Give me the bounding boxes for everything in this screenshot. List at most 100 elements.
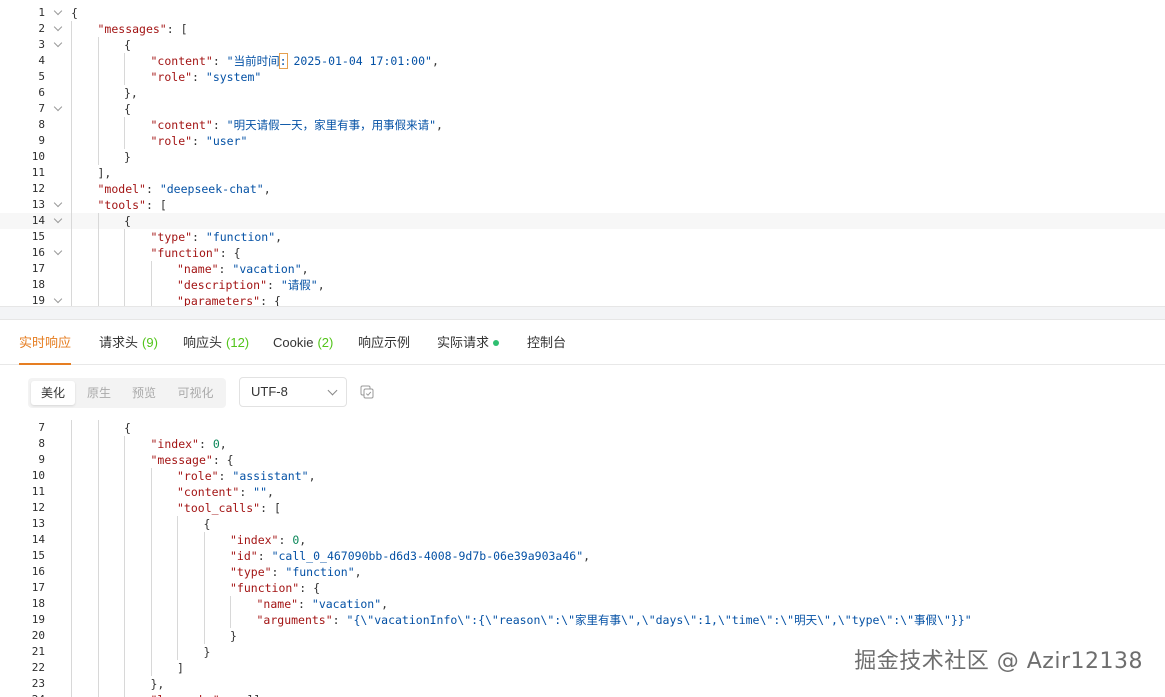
code-text: ] — [177, 661, 184, 675]
code-text: "arguments": "{\"vacationInfo\":{\"reaso… — [256, 613, 972, 627]
line-number: 7 — [38, 102, 45, 115]
tab-2[interactable]: 请求头 (9) — [99, 320, 158, 364]
tab-label: 控制台 — [527, 335, 567, 350]
indent-guide — [71, 149, 72, 165]
tab-count-badge: (2) — [317, 335, 334, 350]
code-text: "role": "assistant", — [177, 469, 316, 483]
indent-guide — [97, 245, 99, 261]
code-text: "content": "明天请假一天，家里有事，用事假来请", — [150, 118, 443, 132]
line-number: 19 — [31, 613, 45, 626]
indent-guide — [124, 245, 125, 261]
indent-guide — [124, 628, 125, 644]
tab-label: Cookie — [273, 335, 314, 350]
fold-chevron-icon[interactable] — [53, 5, 63, 21]
code-line: 18 "description": "请假", — [0, 277, 1165, 293]
indent-guide — [71, 133, 72, 149]
line-number: 5 — [38, 70, 45, 83]
code-line: 1{ — [0, 5, 1165, 21]
indent-guide — [150, 277, 152, 293]
code-line: 19 "parameters": { — [0, 293, 1165, 306]
indent-guide — [150, 293, 152, 306]
indent-guide — [71, 165, 72, 181]
indent-guide — [124, 660, 125, 676]
fold-chevron-icon[interactable] — [53, 197, 63, 213]
line-number: 8 — [38, 437, 45, 450]
indent-guide — [97, 692, 99, 697]
indent-guide — [97, 277, 99, 293]
indent-guide — [71, 85, 72, 101]
indent-guide — [150, 516, 152, 532]
indent-guide — [124, 564, 125, 580]
line-number: 2 — [38, 22, 45, 35]
indent-guide — [71, 37, 72, 53]
code-text: }, — [124, 86, 138, 100]
indent-guide — [71, 277, 72, 293]
indent-guide — [124, 133, 125, 149]
code-text: "type": "function", — [230, 565, 362, 579]
tab-3[interactable]: 响应头 (12) — [183, 320, 249, 364]
fold-chevron-icon[interactable] — [53, 37, 63, 53]
code-line: 13 { — [0, 516, 1165, 532]
request-body-editor[interactable]: 1{2 "messages": [3{4 "content": "当前时间: 202… — [0, 0, 1165, 306]
indent-guide — [97, 452, 99, 468]
indent-guide — [124, 516, 125, 532]
line-number: 17 — [31, 262, 45, 275]
tab-label: 响应头 — [183, 335, 223, 350]
view-mode-4-button[interactable]: 可视化 — [168, 381, 223, 405]
indent-guide — [97, 660, 99, 676]
code-line: 11 "content": "", — [0, 484, 1165, 500]
indent-guide — [97, 644, 99, 660]
indent-guide — [124, 53, 125, 69]
encoding-select[interactable]: UTF-8 — [239, 377, 347, 407]
code-text: { — [124, 214, 131, 228]
indent-guide — [124, 644, 125, 660]
indent-guide — [124, 117, 125, 133]
tab-1[interactable]: 实时响应 — [19, 320, 72, 365]
indent-guide — [124, 69, 125, 85]
indent-guide — [71, 261, 72, 277]
code-text: "function": { — [150, 246, 241, 260]
code-text: "parameters": { — [177, 294, 281, 306]
code-line: 10} — [0, 149, 1165, 165]
code-text: { — [124, 102, 131, 116]
fold-chevron-icon[interactable] — [53, 21, 63, 37]
view-mode-1-button[interactable]: 美化 — [31, 381, 75, 405]
indent-guide — [150, 628, 152, 644]
indent-guide — [203, 596, 205, 612]
indent-guide — [97, 149, 99, 165]
indent-guide — [124, 229, 125, 245]
tab-6[interactable]: 实际请求 — [437, 320, 500, 364]
indent-guide — [71, 21, 72, 37]
fold-chevron-icon[interactable] — [53, 245, 63, 261]
line-number: 23 — [31, 677, 45, 690]
code-text: "type": "function", — [150, 230, 283, 244]
indent-guide — [71, 500, 72, 516]
indent-guide — [177, 628, 178, 644]
line-number: 11 — [31, 166, 45, 179]
fold-chevron-icon[interactable] — [53, 213, 63, 229]
fold-chevron-icon[interactable] — [53, 101, 63, 117]
copy-icon[interactable] — [360, 385, 374, 399]
line-number: 3 — [38, 38, 45, 51]
code-line: 6}, — [0, 85, 1165, 101]
indent-guide — [97, 213, 99, 229]
view-mode-3-button[interactable]: 预览 — [123, 381, 165, 405]
indent-guide — [71, 564, 72, 580]
line-number: 11 — [31, 485, 45, 498]
indent-guide — [71, 436, 72, 452]
tab-4[interactable]: Cookie (2) — [273, 320, 333, 364]
line-number: 9 — [38, 134, 45, 147]
indent-guide — [97, 596, 99, 612]
indent-guide — [177, 596, 178, 612]
tab-5[interactable]: 响应示例 — [358, 320, 410, 364]
watermark: 掘金技术社区 @ Azir12138 — [854, 649, 1143, 674]
indent-guide — [150, 261, 152, 277]
indent-guide — [150, 580, 152, 596]
code-line: 4 "content": "当前时间: 2025-01-04 17:01:00", — [0, 53, 1165, 69]
fold-chevron-icon[interactable] — [53, 293, 63, 306]
line-number: 17 — [31, 581, 45, 594]
view-mode-2-button[interactable]: 原生 — [78, 381, 120, 405]
code-text: "content": "当前时间: 2025-01-04 17:01:00", — [150, 53, 439, 69]
panel-resize-divider[interactable] — [0, 306, 1165, 320]
tab-7[interactable]: 控制台 — [527, 320, 566, 364]
